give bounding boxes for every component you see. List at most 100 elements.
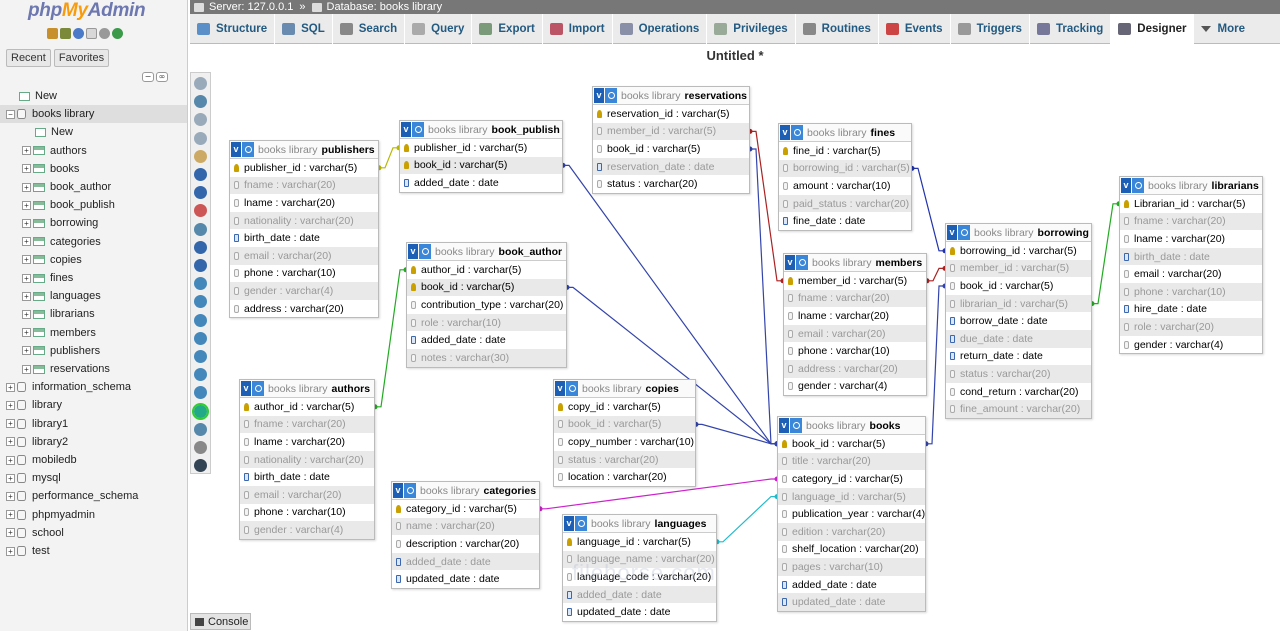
expand-icon[interactable]: + [22,237,31,247]
table-field[interactable]: nationality : varchar(20) [230,211,378,230]
tree-database[interactable]: + library [0,396,187,414]
toggle-columns-icon[interactable]: v [241,381,251,396]
create-relation-icon[interactable] [194,240,207,254]
table-field[interactable]: updated_date : date [778,593,925,611]
table-field[interactable]: gender : varchar(4) [240,521,374,539]
toggle-columns-icon[interactable]: v [947,225,957,240]
expand-icon[interactable]: + [6,491,15,501]
table-field[interactable]: added_date : date [392,552,539,571]
table-field[interactable]: publisher_id : varchar(5) [400,139,562,157]
tree-table[interactable]: + reservations [0,360,187,378]
table-field[interactable]: fine_amount : varchar(20) [946,400,1091,418]
table-field[interactable]: birth_date : date [1120,247,1262,266]
table-field[interactable]: fname : varchar(20) [240,415,374,434]
table-options-icon[interactable] [791,125,803,140]
new-page-icon[interactable] [194,131,207,145]
table-field[interactable]: location : varchar(20) [554,468,695,486]
tab-events[interactable]: Events [879,14,951,44]
table-field[interactable]: updated_date : date [392,570,539,588]
table-field[interactable]: Librarian_id : varchar(5) [1120,195,1262,213]
toggle-columns-icon[interactable]: v [555,381,565,396]
tab-operations[interactable]: Operations [613,14,708,44]
expand-icon[interactable]: + [22,364,31,374]
tab-privileges[interactable]: Privileges [707,14,796,44]
table-field[interactable]: updated_date : date [563,603,716,621]
settings-icon[interactable] [99,28,110,39]
table-field[interactable]: address : varchar(20) [230,300,378,318]
table-field[interactable]: birth_date : date [230,229,378,247]
tab-designer[interactable]: Designer [1111,14,1195,44]
toggle-columns-icon[interactable]: v [401,122,411,137]
open-page-icon[interactable] [194,149,207,163]
tree-table[interactable]: + authors [0,142,187,160]
tree-database[interactable]: + school [0,524,187,542]
table-field[interactable]: phone : varchar(10) [230,265,378,283]
table-field[interactable]: cond_return : varchar(20) [946,383,1091,401]
home-icon[interactable] [47,28,58,39]
table-field[interactable]: lname : varchar(20) [1120,230,1262,248]
tree-database[interactable]: + library1 [0,415,187,433]
tab-routines[interactable]: Routines [796,14,879,44]
table-header[interactable]: v books library reservations [593,87,749,105]
tree-new[interactable]: New [0,87,187,105]
tree-table[interactable]: + publishers [0,342,187,360]
table-field[interactable]: book_id : varchar(5) [400,156,562,175]
table-field[interactable]: fname : varchar(20) [784,289,926,308]
expand-icon[interactable]: + [22,218,31,228]
table-card-book-author[interactable]: v books library book_author author_id : var… [406,242,567,368]
table-field[interactable]: email : varchar(20) [230,246,378,265]
table-field[interactable]: book_id : varchar(5) [407,278,566,297]
expand-icon[interactable]: + [6,455,15,465]
table-card-copies[interactable]: v books library copies copy_id : varchar(5)… [553,379,696,487]
table-header[interactable]: v books library borrowing [946,224,1091,242]
tab-import[interactable]: Import [543,14,613,44]
tree-table[interactable]: + book_publish [0,196,187,214]
expand-icon[interactable]: + [6,419,15,429]
build-query-icon[interactable] [194,422,207,436]
tree-table[interactable]: + book_author [0,178,187,196]
table-field[interactable]: lname : varchar(20) [240,433,374,451]
table-options-icon[interactable] [796,255,808,270]
table-card-categories[interactable]: v books library categories category_id : va… [391,481,540,589]
table-field[interactable]: language_id : varchar(5) [563,533,716,551]
show-all-icon[interactable] [194,77,207,90]
console-button[interactable]: Console [190,613,251,630]
collapse-icon[interactable]: − [6,109,15,119]
expand-icon[interactable]: + [22,291,31,301]
reload-icon[interactable] [194,277,207,291]
expand-icon[interactable]: + [22,255,31,265]
table-header[interactable]: v books library book_author [407,243,566,261]
collapse-all-icon[interactable]: − [142,72,154,82]
table-header[interactable]: v books library librarians [1120,177,1262,195]
docs-icon[interactable] [86,28,97,39]
help-icon[interactable] [73,28,84,39]
expand-icon[interactable]: + [6,510,15,520]
table-field[interactable]: name : varchar(20) [392,517,539,536]
table-field[interactable]: fine_date : date [779,212,911,230]
table-card-book-publish[interactable]: v books library book_publish publisher_id :… [399,120,563,193]
expand-icon[interactable]: + [6,437,15,447]
table-field[interactable]: borrowing_id : varchar(5) [779,159,911,178]
table-options-icon[interactable] [1132,178,1144,193]
toggle-columns-icon[interactable]: v [231,142,241,157]
table-field[interactable]: address : varchar(20) [784,359,926,378]
angular-links-icon[interactable] [194,313,207,327]
save-as-icon[interactable] [194,186,207,200]
reload-icon[interactable] [112,28,123,39]
expand-icon[interactable]: + [6,546,15,556]
table-field[interactable]: phone : varchar(10) [1120,282,1262,301]
table-field[interactable]: lname : varchar(20) [230,194,378,212]
toggle-columns-icon[interactable]: v [594,88,604,103]
table-header[interactable]: v books library books [778,417,925,435]
table-field[interactable]: book_id : varchar(5) [593,140,749,158]
table-field[interactable]: category_id : varchar(5) [392,500,539,518]
logout-icon[interactable] [60,28,71,39]
tree-table[interactable]: + languages [0,287,187,305]
table-header[interactable]: v books library copies [554,380,695,398]
breadcrumb-server[interactable]: Server: 127.0.0.1 [194,1,293,13]
table-field[interactable]: paid_status : varchar(20) [779,194,911,213]
table-field[interactable]: email : varchar(20) [240,485,374,504]
expand-icon[interactable]: + [6,400,15,410]
toggle-columns-icon[interactable]: v [1121,178,1131,193]
link-icon[interactable]: ∞ [156,72,168,82]
